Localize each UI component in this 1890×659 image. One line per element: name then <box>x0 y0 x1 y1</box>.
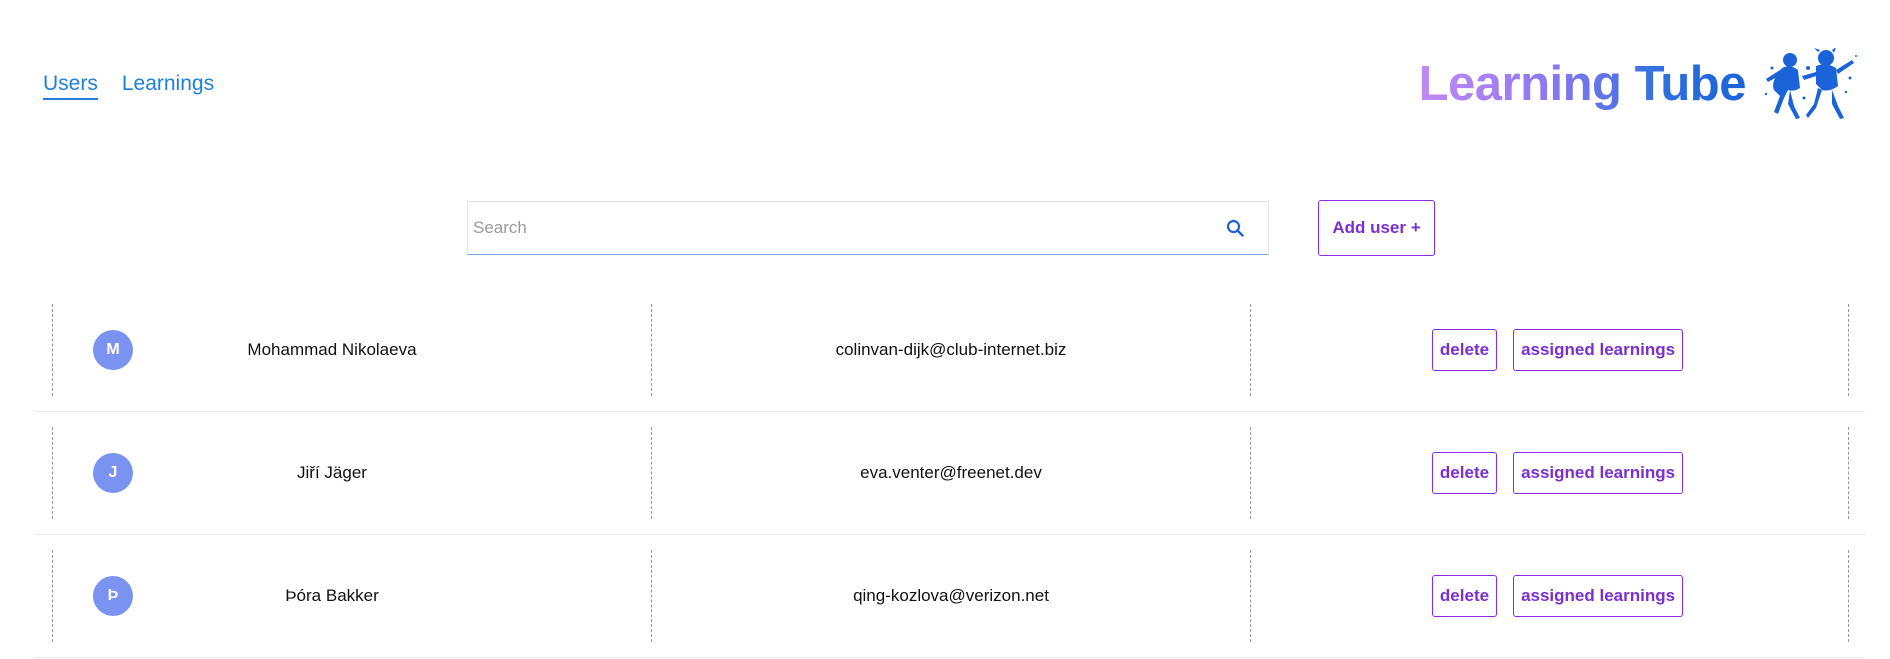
dancing-figures-logo-icon <box>1764 48 1857 119</box>
nav-link-learnings[interactable]: Learnings <box>122 70 214 100</box>
toolbar: Add user + <box>467 200 1435 256</box>
main-nav: Users Learnings <box>43 70 214 100</box>
user-email-cell: eva.venter@freenet.dev <box>651 427 1250 519</box>
user-name-cell: M Mohammad Nikolaeva <box>52 304 651 396</box>
add-user-button[interactable]: Add user + <box>1318 200 1435 256</box>
user-name: Mohammad Nikolaeva <box>247 340 417 359</box>
delete-button[interactable]: delete <box>1431 329 1498 371</box>
user-list: M Mohammad Nikolaeva colinvan-dijk@club-… <box>35 289 1865 658</box>
search-button[interactable] <box>1208 201 1262 255</box>
user-name-cell: Þ Þóra Bakker <box>52 550 651 642</box>
assigned-learnings-button[interactable]: assigned learnings <box>1513 575 1684 617</box>
nav-link-users[interactable]: Users <box>43 70 98 100</box>
avatar: Þ <box>93 576 133 616</box>
user-name-cell: J Jiří Jäger <box>52 427 651 519</box>
delete-button[interactable]: delete <box>1431 452 1498 494</box>
brand-title: Learning Tube <box>1419 52 1747 116</box>
avatar: M <box>93 330 133 370</box>
user-email: qing-kozlova@verizon.net <box>853 586 1049 605</box>
user-name: Þóra Bakker <box>285 586 379 605</box>
user-actions-cell: delete assigned learnings <box>1250 550 1849 642</box>
user-email-cell: colinvan-dijk@club-internet.biz <box>651 304 1250 396</box>
assigned-learnings-button[interactable]: assigned learnings <box>1513 452 1684 494</box>
avatar: J <box>93 453 133 493</box>
delete-button[interactable]: delete <box>1431 575 1498 617</box>
user-actions-cell: delete assigned learnings <box>1250 427 1849 519</box>
app-page: Users Learnings Learning Tube Search Add… <box>0 0 1890 659</box>
user-row: Þ Þóra Bakker qing-kozlova@verizon.net d… <box>35 535 1865 658</box>
user-email: eva.venter@freenet.dev <box>860 463 1042 482</box>
user-email: colinvan-dijk@club-internet.biz <box>835 340 1067 359</box>
user-actions-cell: delete assigned learnings <box>1250 304 1849 396</box>
user-row: M Mohammad Nikolaeva colinvan-dijk@club-… <box>35 289 1865 412</box>
user-email-cell: qing-kozlova@verizon.net <box>651 550 1250 642</box>
search-box <box>467 201 1269 255</box>
search-icon <box>1226 219 1244 237</box>
assigned-learnings-button[interactable]: assigned learnings <box>1513 329 1684 371</box>
user-name: Jiří Jäger <box>297 463 367 482</box>
user-row: J Jiří Jäger eva.venter@freenet.dev dele… <box>35 412 1865 535</box>
search-input[interactable] <box>468 202 1208 254</box>
brand: Learning Tube <box>1419 48 1860 120</box>
